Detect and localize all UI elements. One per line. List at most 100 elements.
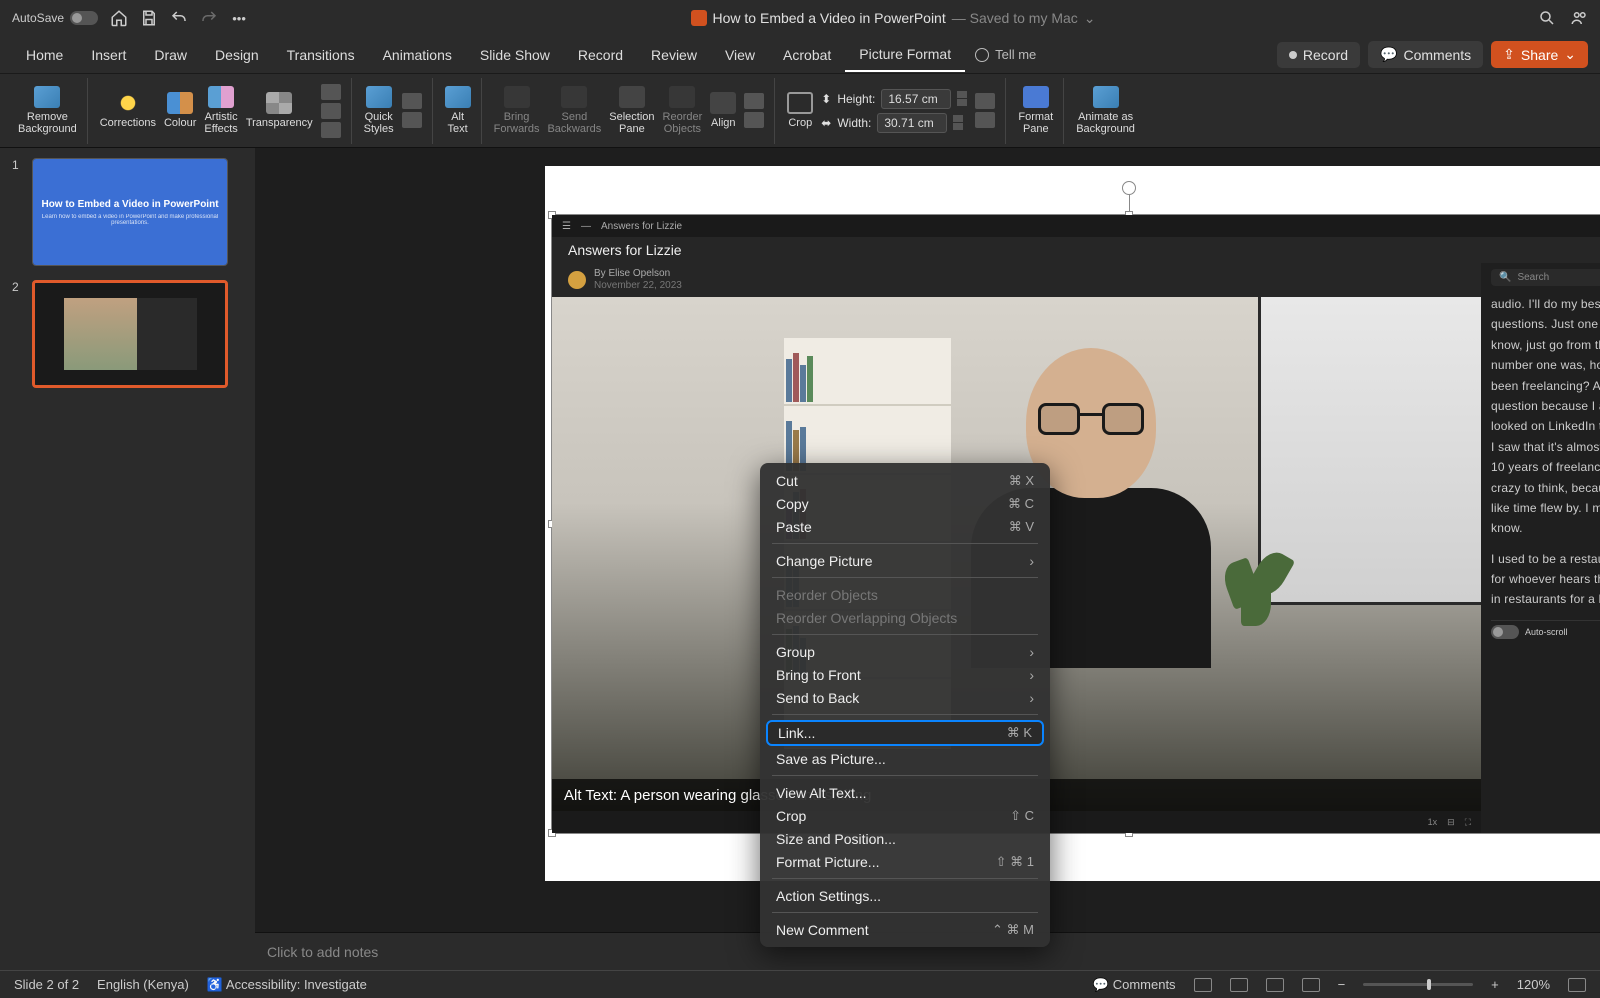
- slideshow-view-icon[interactable]: [1302, 978, 1320, 992]
- corrections-button[interactable]: Corrections: [100, 92, 156, 129]
- zoom-out[interactable]: −: [1338, 977, 1346, 992]
- ctx-cut[interactable]: Cut⌘ X: [760, 469, 1050, 492]
- quick-styles-button[interactable]: Quick Styles: [364, 86, 394, 135]
- more-icon[interactable]: •••: [230, 9, 248, 27]
- ctx-reorder-objects: Reorder Objects: [760, 583, 1050, 606]
- ctx-crop[interactable]: Crop⇧ C: [760, 804, 1050, 827]
- video-date: November 22, 2023: [594, 280, 682, 292]
- selected-picture[interactable]: ☰ — Answers for Lizzie EO Answers for Li…: [551, 214, 1600, 834]
- ctx-bring-to-front[interactable]: Bring to Front›: [760, 663, 1050, 686]
- record-dot-icon: [1289, 51, 1297, 59]
- tab-review[interactable]: Review: [637, 39, 711, 71]
- compress-button[interactable]: [321, 84, 341, 100]
- tab-design[interactable]: Design: [201, 39, 273, 71]
- fit-to-window-icon[interactable]: [1568, 978, 1586, 992]
- corrections-icon: [115, 92, 141, 114]
- send-backwards-button[interactable]: Send Backwards: [547, 86, 601, 135]
- remove-bg-icon: [34, 86, 60, 108]
- alt-text-button[interactable]: Alt Text: [445, 86, 471, 135]
- lock-aspect-button[interactable]: [975, 93, 995, 109]
- tab-animations[interactable]: Animations: [369, 39, 466, 71]
- zoom-level[interactable]: 120%: [1517, 977, 1550, 992]
- selection-pane-button[interactable]: Selection Pane: [609, 86, 654, 135]
- ctx-action-settings[interactable]: Action Settings...: [760, 884, 1050, 907]
- record-button[interactable]: Record: [1277, 42, 1360, 68]
- tab-draw[interactable]: Draw: [140, 39, 201, 71]
- rotation-handle[interactable]: [1122, 181, 1136, 195]
- width-input[interactable]: [877, 113, 947, 133]
- ctx-format-picture[interactable]: Format Picture...⇧ ⌘ 1: [760, 850, 1050, 873]
- undo-icon[interactable]: [170, 9, 188, 27]
- playback-speed: 1x: [1428, 817, 1438, 827]
- artistic-effects-button[interactable]: Artistic Effects: [204, 86, 237, 135]
- tab-view[interactable]: View: [711, 39, 769, 71]
- ctx-save-as-picture[interactable]: Save as Picture...: [760, 747, 1050, 770]
- document-title: How to Embed a Video in PowerPoint — Sav…: [262, 10, 1524, 27]
- colour-button[interactable]: Colour: [164, 92, 196, 129]
- comments-button[interactable]: 💬 Comments: [1093, 977, 1176, 993]
- ctx-change-picture[interactable]: Change Picture›: [760, 549, 1050, 572]
- slide-number: 2: [12, 280, 24, 388]
- ctx-new-comment[interactable]: New Comment⌃ ⌘ M: [760, 918, 1050, 941]
- selection-icon: [619, 86, 645, 108]
- align-button[interactable]: Align: [710, 92, 736, 129]
- ctx-send-to-back[interactable]: Send to Back›: [760, 686, 1050, 709]
- artistic-icon: [208, 86, 234, 108]
- reorder-objects-button[interactable]: Reorder Objects: [663, 86, 703, 135]
- tab-picture-format[interactable]: Picture Format: [845, 38, 965, 72]
- transcript-text: audio. I'll do my best to answer your qu…: [1491, 294, 1600, 539]
- comments-button[interactable]: 💬Comments: [1368, 41, 1483, 68]
- zoom-slider[interactable]: [1363, 983, 1473, 986]
- height-input[interactable]: [881, 89, 951, 109]
- tab-transitions[interactable]: Transitions: [273, 39, 369, 71]
- format-pane-button[interactable]: Format Pane: [1018, 86, 1053, 135]
- group-button[interactable]: [744, 93, 764, 109]
- rotate-button[interactable]: [744, 112, 764, 128]
- tab-insert[interactable]: Insert: [77, 39, 140, 71]
- tab-acrobat[interactable]: Acrobat: [769, 39, 845, 71]
- transparency-button[interactable]: Transparency: [246, 92, 313, 129]
- search-icon[interactable]: [1538, 9, 1556, 27]
- slide-thumbnail-1[interactable]: How to Embed a Video in PowerPoint Learn…: [32, 158, 228, 266]
- bulb-icon: [975, 48, 989, 62]
- language-indicator[interactable]: English (Kenya): [97, 977, 189, 992]
- save-icon[interactable]: [140, 9, 158, 27]
- tab-record[interactable]: Record: [564, 39, 637, 71]
- autosave-toggle[interactable]: AutoSave: [12, 11, 98, 25]
- sorter-view-icon[interactable]: [1230, 978, 1248, 992]
- crop-button[interactable]: Crop: [787, 92, 813, 129]
- reorder-icon: [669, 86, 695, 108]
- tell-me[interactable]: Tell me: [965, 47, 1046, 62]
- slide-thumbnail-2[interactable]: [32, 280, 228, 388]
- ctx-view-alt-text[interactable]: View Alt Text...: [760, 781, 1050, 804]
- normal-view-icon[interactable]: [1194, 978, 1212, 992]
- zoom-in[interactable]: +: [1491, 977, 1499, 992]
- ctx-copy[interactable]: Copy⌘ C: [760, 492, 1050, 515]
- statusbar: Slide 2 of 2 English (Kenya) ♿ Accessibi…: [0, 970, 1600, 998]
- comment-icon: 💬: [1380, 46, 1397, 63]
- remove-background-button[interactable]: Remove Background: [18, 86, 77, 135]
- collab-icon[interactable]: [1570, 9, 1588, 27]
- ctx-paste[interactable]: Paste⌘ V: [760, 515, 1050, 538]
- width-stepper[interactable]: [953, 115, 963, 130]
- accessibility-button[interactable]: ♿ Accessibility: Investigate: [207, 977, 367, 993]
- tab-slideshow[interactable]: Slide Show: [466, 39, 564, 71]
- width-icon: ⬌: [821, 116, 831, 130]
- picture-border-button[interactable]: [402, 93, 422, 109]
- home-icon[interactable]: [110, 9, 128, 27]
- height-stepper[interactable]: [957, 91, 967, 106]
- reset-size-button[interactable]: [975, 112, 995, 128]
- change-picture-button[interactable]: [321, 103, 341, 119]
- tab-home[interactable]: Home: [12, 39, 77, 71]
- ctx-size-position[interactable]: Size and Position...: [760, 827, 1050, 850]
- ctx-link[interactable]: Link...⌘ K: [766, 720, 1044, 746]
- bring-forwards-button[interactable]: Bring Forwards: [494, 86, 540, 135]
- picture-effects-button[interactable]: [402, 112, 422, 128]
- redo-icon[interactable]: [200, 9, 218, 27]
- reading-view-icon[interactable]: [1266, 978, 1284, 992]
- ctx-group[interactable]: Group›: [760, 640, 1050, 663]
- animate-bg-button[interactable]: Animate as Background: [1076, 86, 1135, 135]
- share-button[interactable]: ⇪Share⌄: [1491, 41, 1588, 68]
- reset-picture-button[interactable]: [321, 122, 341, 138]
- slide-indicator[interactable]: Slide 2 of 2: [14, 977, 79, 992]
